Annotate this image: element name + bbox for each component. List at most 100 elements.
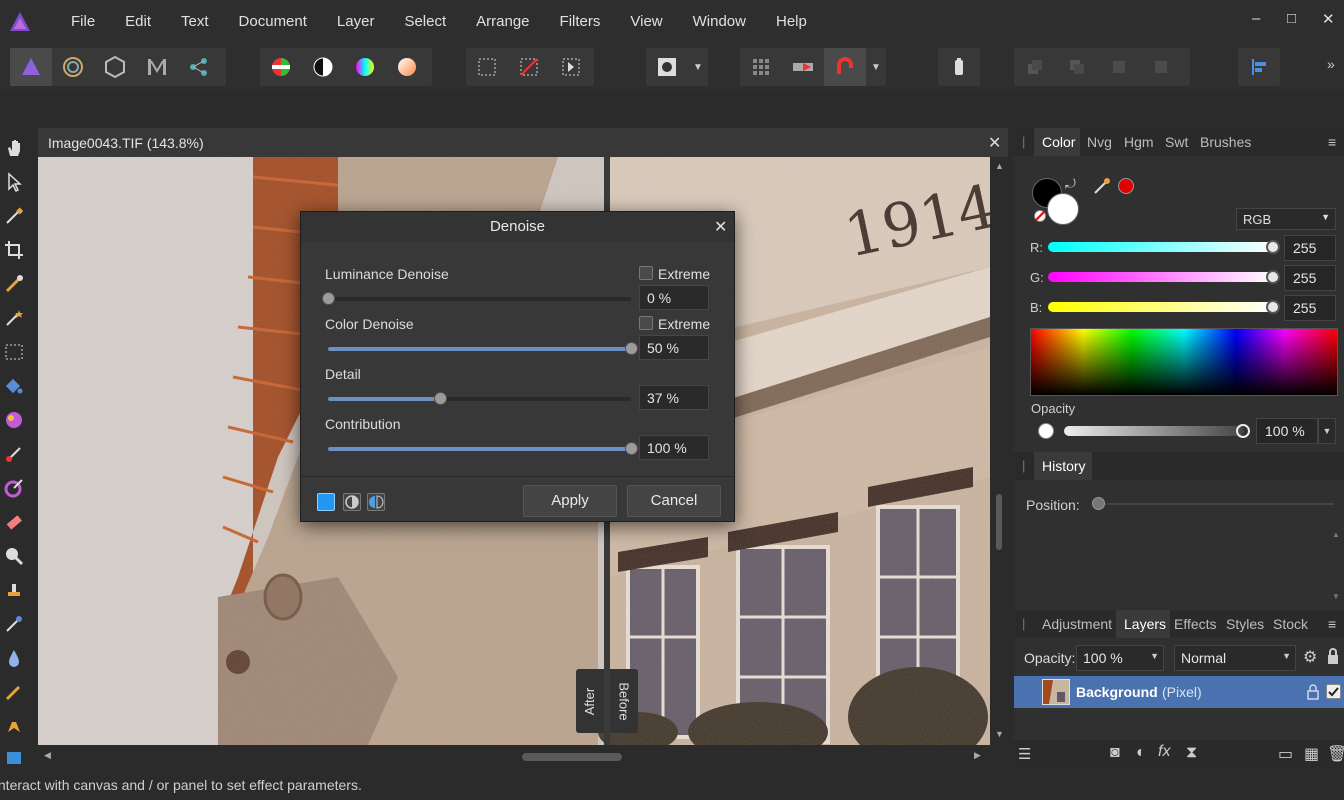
scroll-down-icon[interactable]: ▼: [995, 729, 1004, 739]
vertical-scrollbar[interactable]: ▲ ▼: [990, 157, 1008, 745]
gradient-tool-icon[interactable]: [2, 408, 26, 432]
affinity-photo-logo-icon[interactable]: [4, 6, 36, 38]
minimize-button[interactable]: –: [1252, 10, 1260, 27]
detail-knob[interactable]: [434, 392, 448, 405]
tab-histogram[interactable]: Hgm: [1124, 134, 1154, 150]
flood-select-tool-icon[interactable]: [2, 306, 26, 330]
toolbar-overflow-icon[interactable]: »: [1327, 56, 1335, 72]
menu-edit[interactable]: Edit: [110, 0, 166, 44]
cancel-button[interactable]: Cancel: [627, 485, 721, 517]
add-pixel-layer-icon[interactable]: ▦: [1304, 744, 1319, 764]
color-denoise-knob[interactable]: [625, 342, 638, 355]
horizontal-scrollbar[interactable]: ◀ ▶: [38, 746, 990, 768]
auto-levels-icon[interactable]: [260, 48, 302, 86]
history-position-slider[interactable]: [1098, 503, 1334, 505]
tab-color[interactable]: Color: [1042, 134, 1075, 150]
r-slider-knob[interactable]: [1266, 240, 1280, 254]
select-all-icon[interactable]: [466, 48, 508, 86]
g-slider-knob[interactable]: [1266, 270, 1280, 284]
maximize-button[interactable]: □: [1287, 10, 1296, 27]
blur-brush-tool-icon[interactable]: [2, 646, 26, 670]
auto-colors-icon[interactable]: [344, 48, 386, 86]
menu-layer[interactable]: Layer: [322, 0, 390, 44]
invert-selection-icon[interactable]: [550, 48, 592, 86]
chevron-down-icon[interactable]: ▼: [688, 48, 708, 86]
mask-layer-icon[interactable]: ◙: [1110, 744, 1120, 762]
luminance-denoise-value[interactable]: 0 %: [639, 285, 709, 310]
hand-tool-icon[interactable]: [2, 136, 26, 160]
contribution-value[interactable]: 100 %: [639, 435, 709, 460]
layer-visibility-checkbox[interactable]: [1326, 684, 1341, 699]
menu-filters[interactable]: Filters: [545, 0, 616, 44]
chevron-down-icon[interactable]: ▼: [866, 48, 886, 86]
deselect-icon[interactable]: [508, 48, 550, 86]
before-handle[interactable]: Before: [610, 669, 638, 733]
tab-styles[interactable]: Styles: [1226, 616, 1264, 632]
apply-button[interactable]: Apply: [523, 485, 617, 517]
liquify-persona-icon[interactable]: [52, 48, 94, 86]
tab-layers[interactable]: Layers: [1124, 616, 1166, 632]
history-position-knob[interactable]: [1092, 497, 1105, 510]
scroll-down-icon[interactable]: ▼: [1332, 592, 1340, 601]
delete-layer-icon[interactable]: 🗑: [1327, 744, 1344, 764]
grid-icon[interactable]: [740, 48, 782, 86]
b-slider-knob[interactable]: [1266, 300, 1280, 314]
menu-help[interactable]: Help: [761, 0, 822, 44]
tab-navigator[interactable]: Nvg: [1087, 134, 1112, 150]
dodge-brush-tool-icon[interactable]: [2, 544, 26, 568]
history-title[interactable]: History: [1042, 458, 1086, 474]
horizontal-scroll-thumb[interactable]: [522, 753, 622, 761]
scroll-right-icon[interactable]: ▶: [974, 750, 981, 761]
panel-menu-icon[interactable]: ≡: [1328, 616, 1336, 632]
auto-white-balance-icon[interactable]: [386, 48, 428, 86]
color-denoise-value[interactable]: 50 %: [639, 335, 709, 360]
export-persona-icon[interactable]: [178, 48, 220, 86]
inpainting-brush-tool-icon[interactable]: [2, 612, 26, 636]
color-mode-dropdown[interactable]: RGB ▼: [1236, 208, 1336, 230]
auto-contrast-icon[interactable]: [302, 48, 344, 86]
close-window-button[interactable]: ✕: [1322, 10, 1335, 28]
scroll-left-icon[interactable]: ◀: [44, 750, 51, 761]
opacity-slider-knob[interactable]: [1236, 424, 1250, 438]
layer-row-background[interactable]: Background (Pixel): [1014, 676, 1344, 708]
force-pixel-alignment-icon[interactable]: [782, 48, 824, 86]
picked-color-swatch[interactable]: [1118, 178, 1134, 194]
scroll-up-icon[interactable]: ▲: [1332, 530, 1340, 539]
layer-opacity-field[interactable]: 100 % ▼: [1076, 645, 1164, 671]
color-picker-tool-icon[interactable]: [2, 204, 26, 228]
view-mirror-preview-icon[interactable]: [367, 493, 385, 511]
erase-brush-tool-icon[interactable]: [2, 510, 26, 534]
secondary-color-well[interactable]: [1047, 193, 1079, 225]
move-tool-icon[interactable]: [2, 170, 26, 194]
marquee-tool-icon[interactable]: [2, 340, 26, 364]
adjustment-layer-icon[interactable]: ◐: [1136, 744, 1146, 762]
detail-slider[interactable]: [328, 392, 631, 405]
menu-select[interactable]: Select: [389, 0, 461, 44]
selection-brush-tool-icon[interactable]: [2, 272, 26, 296]
chevron-down-icon[interactable]: ▼: [1318, 418, 1336, 444]
develop-persona-icon[interactable]: [94, 48, 136, 86]
clone-brush-tool-icon[interactable]: [2, 578, 26, 602]
opacity-slider[interactable]: [1064, 426, 1244, 436]
document-tab[interactable]: Image0043.TIF (143.8%) ✕: [38, 128, 1008, 157]
blend-mode-dropdown[interactable]: Normal ▼: [1174, 645, 1296, 671]
tone-mapping-persona-icon[interactable]: [136, 48, 178, 86]
menu-view[interactable]: View: [615, 0, 677, 44]
luminance-denoise-knob[interactable]: [322, 292, 335, 305]
lock-icon[interactable]: [1326, 647, 1342, 667]
tab-effects[interactable]: Effects: [1174, 616, 1217, 632]
tab-swatches[interactable]: Swt: [1165, 134, 1188, 150]
layer-stack-icon[interactable]: ☰: [1018, 745, 1031, 763]
opacity-value[interactable]: 100 %: [1256, 418, 1318, 444]
close-dialog-icon[interactable]: ✕: [714, 217, 727, 237]
color-replacement-brush-icon[interactable]: [2, 476, 26, 500]
menu-text[interactable]: Text: [166, 0, 224, 44]
assistant-icon[interactable]: [938, 48, 980, 86]
fx-icon[interactable]: fx: [1158, 743, 1170, 761]
pen-tool-icon[interactable]: [2, 714, 26, 738]
photo-persona-icon[interactable]: [10, 48, 52, 86]
view-full-preview-icon[interactable]: [317, 493, 335, 511]
b-value[interactable]: 255: [1284, 295, 1336, 321]
color-extreme-checkbox[interactable]: [639, 316, 653, 330]
eyedropper-icon[interactable]: [1092, 176, 1112, 196]
